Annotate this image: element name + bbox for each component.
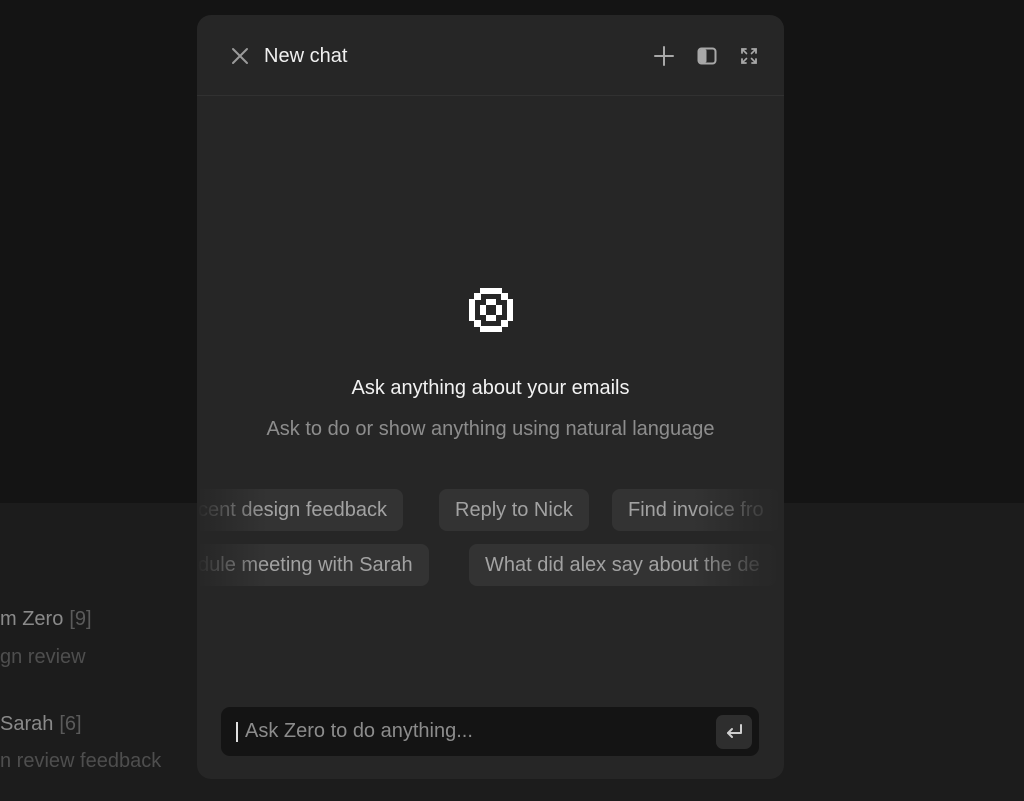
suggestion-chip[interactable]: Reply to Nick	[439, 489, 589, 531]
chat-panel: New chat Ask anything about your emails …	[197, 15, 784, 779]
chat-title: New chat	[264, 45, 348, 67]
close-icon	[232, 48, 248, 64]
suggestion-chip[interactable]: cent design feedback	[197, 489, 404, 531]
toggle-sidebar-button[interactable]	[695, 44, 719, 68]
mail-sender: m Zero	[0, 608, 64, 630]
chat-input[interactable]	[245, 707, 705, 756]
mail-sender: Sarah	[0, 713, 54, 735]
mail-thread-count: [9]	[69, 608, 92, 630]
mail-item-sender-line[interactable]: m Zero [9]	[0, 608, 92, 631]
mail-subject: gn review	[0, 646, 86, 668]
empty-state-title: Ask anything about your emails	[351, 377, 630, 399]
suggestion-chip[interactable]: dule meeting with Sarah	[197, 544, 429, 586]
mail-item-sender-line[interactable]: Sarah [6]	[0, 713, 82, 736]
app-page: m Zero [9] gn review Sarah [6] n review fe…	[0, 0, 1024, 801]
new-chat-button[interactable]	[651, 43, 677, 69]
expand-icon	[741, 48, 757, 64]
empty-state-subtitle: Ask to do or show anything using natural…	[266, 418, 715, 440]
chat-composer	[221, 707, 759, 756]
mail-thread-count: [6]	[59, 713, 82, 735]
enter-icon	[727, 724, 742, 738]
suggestion-carousel: cent design feedback Reply to Nick Find …	[197, 489, 784, 589]
sidebar-toggle-icon	[697, 47, 717, 65]
send-button[interactable]	[716, 715, 752, 749]
suggestion-chip[interactable]: What did alex say about the de	[469, 544, 776, 586]
chat-header: New chat	[197, 15, 784, 96]
zero-logo-icon	[469, 288, 513, 332]
suggestion-chip[interactable]: Find invoice fro	[612, 489, 780, 531]
expand-chat-button[interactable]	[737, 44, 761, 68]
text-caret	[236, 722, 238, 742]
plus-icon	[654, 46, 674, 66]
close-chat-button[interactable]	[227, 43, 253, 69]
mail-subject: n review feedback	[0, 750, 162, 772]
